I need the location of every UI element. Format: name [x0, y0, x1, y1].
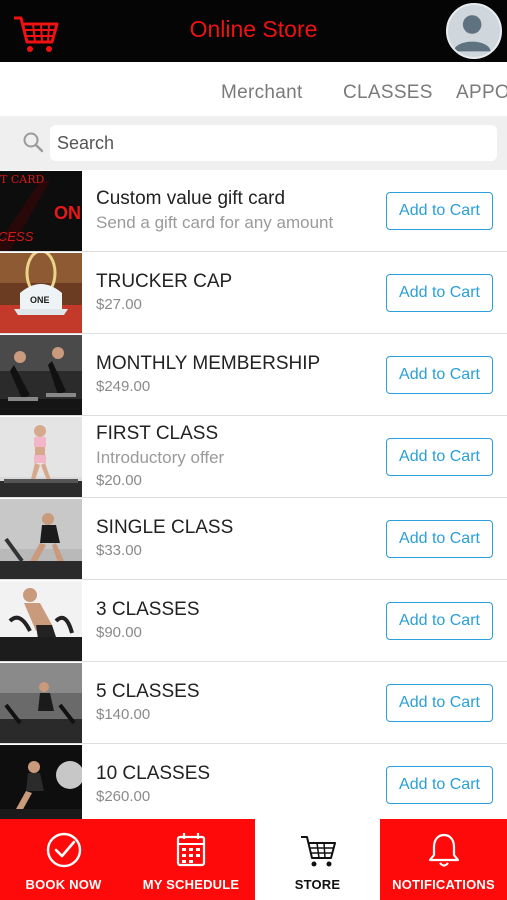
product-price: $90.00: [96, 624, 142, 641]
product-name: Custom value gift card: [96, 188, 286, 209]
app-header: Online Store: [0, 0, 507, 62]
list-item[interactable]: T CARD ON CESS Custom value gift card Se…: [0, 170, 507, 252]
product-name: 5 CLASSES: [96, 681, 200, 702]
nav-label: MY SCHEDULE: [142, 877, 240, 892]
product-name: TRUCKER CAP: [96, 271, 233, 292]
five-classes-image: [0, 663, 82, 743]
list-item[interactable]: 5 CLASSES $140.00 Add to Cart: [0, 662, 507, 744]
check-circle-icon: [46, 832, 81, 868]
ten-classes-image: [0, 745, 82, 825]
add-to-cart-button[interactable]: Add to Cart: [386, 684, 493, 722]
product-price: $140.00: [96, 706, 151, 723]
add-to-cart-button[interactable]: Add to Cart: [386, 520, 493, 558]
product-price: $249.00: [96, 378, 151, 395]
gift-card-thumb-top: T CARD: [0, 173, 44, 186]
search-field[interactable]: [50, 125, 497, 161]
list-item[interactable]: 10 CLASSES $260.00 Add to Cart: [0, 744, 507, 826]
add-to-cart-button[interactable]: Add to Cart: [386, 602, 493, 640]
membership-image: [0, 335, 82, 415]
nav-label: BOOK NOW: [25, 877, 102, 892]
nav-my-schedule[interactable]: MY SCHEDULE: [127, 819, 255, 900]
tab-appointments[interactable]: APPO: [456, 82, 507, 104]
three-classes-image: [0, 581, 82, 661]
product-price: $27.00: [96, 296, 142, 313]
gift-card-image: T CARD ON CESS: [0, 171, 82, 251]
product-price: $33.00: [96, 542, 142, 559]
product-subtitle: Introductory offer: [96, 448, 225, 467]
first-class-image: [0, 417, 82, 497]
bottom-navigation: BOOK NOW MY SCHEDULE STORE NOTIFICATIONS: [0, 819, 507, 900]
nav-store[interactable]: STORE: [255, 819, 380, 900]
tab-merchant[interactable]: Merchant: [221, 82, 303, 104]
list-item[interactable]: SINGLE CLASS $33.00 Add to Cart: [0, 498, 507, 580]
search-icon: [23, 132, 44, 153]
list-item[interactable]: FIRST CLASS Introductory offer $20.00 Ad…: [0, 416, 507, 498]
product-name: FIRST CLASS: [96, 423, 219, 444]
gift-card-thumb-middle: ON: [54, 203, 81, 223]
add-to-cart-button[interactable]: Add to Cart: [386, 192, 493, 230]
trucker-cap-image: ONE: [0, 253, 82, 333]
product-name: SINGLE CLASS: [96, 517, 234, 538]
add-to-cart-button[interactable]: Add to Cart: [386, 274, 493, 312]
product-price: $260.00: [96, 788, 151, 805]
nav-book-now[interactable]: BOOK NOW: [0, 819, 127, 900]
bell-icon: [428, 833, 459, 867]
product-price: $20.00: [96, 472, 142, 489]
add-to-cart-button[interactable]: Add to Cart: [386, 766, 493, 804]
product-list: T CARD ON CESS Custom value gift card Se…: [0, 170, 507, 826]
list-item[interactable]: 3 CLASSES $90.00 Add to Cart: [0, 580, 507, 662]
tab-classes[interactable]: CLASSES: [343, 82, 433, 104]
cap-thumb-text: ONE: [30, 295, 50, 305]
product-name: MONTHLY MEMBERSHIP: [96, 353, 321, 374]
add-to-cart-button[interactable]: Add to Cart: [386, 356, 493, 394]
gift-card-thumb-bottom: CESS: [0, 229, 34, 244]
search-input[interactable]: [50, 125, 497, 161]
calendar-icon: [176, 833, 206, 867]
product-name: 3 CLASSES: [96, 599, 200, 620]
search-bar: [0, 116, 507, 170]
product-subtitle: Send a gift card for any amount: [96, 213, 334, 232]
nav-label: NOTIFICATIONS: [392, 877, 495, 892]
page-title: Online Store: [189, 16, 318, 42]
category-tabs: Merchant CLASSES APPO: [0, 62, 507, 116]
shopping-cart-icon: [300, 836, 336, 867]
nav-label: STORE: [294, 877, 341, 892]
single-class-image: [0, 499, 82, 579]
list-item[interactable]: ONE TRUCKER CAP $27.00 Add to Cart: [0, 252, 507, 334]
add-to-cart-button[interactable]: Add to Cart: [386, 438, 493, 476]
product-name: 10 CLASSES: [96, 763, 211, 784]
nav-notifications[interactable]: NOTIFICATIONS: [380, 819, 507, 900]
user-avatar-icon[interactable]: [446, 3, 502, 59]
list-item[interactable]: MONTHLY MEMBERSHIP $249.00 Add to Cart: [0, 334, 507, 416]
